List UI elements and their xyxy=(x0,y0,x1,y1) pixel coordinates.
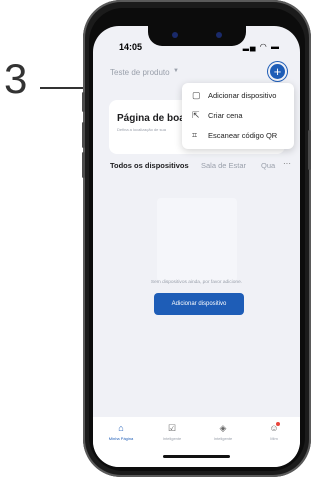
menu-item-scan-qr[interactable]: ⌗ Escanear código QR xyxy=(182,126,294,146)
scene-icon: ⇱ xyxy=(192,110,200,120)
sensor-icon xyxy=(215,32,222,38)
home-selector[interactable]: Teste de produto xyxy=(110,68,170,77)
nav-item-label: Inteligente xyxy=(162,436,182,441)
nav-item-label: Inteligente xyxy=(213,436,233,441)
welcome-title: Página de boas xyxy=(117,113,191,124)
camera-icon xyxy=(171,32,178,38)
menu-item-label: Escanear código QR xyxy=(208,131,278,140)
empty-state-illustration xyxy=(157,198,237,282)
app-screen: 14:05 ▂▄ ◠ ▬ Teste de produto ▼ + Página… xyxy=(93,26,300,467)
tab-living-room[interactable]: Sala de Estar xyxy=(201,161,246,170)
plus-icon[interactable]: + xyxy=(270,64,285,79)
bottom-nav: ⌂ Minha Página ☑ Inteligente ◈ Inteligen… xyxy=(93,417,300,467)
phone-side-button xyxy=(82,92,85,112)
smart-icon: ☑ xyxy=(167,423,177,433)
welcome-subtitle: Defina a localização de sua xyxy=(117,127,166,132)
system-status-icons: ▂▄ ◠ ▬ xyxy=(242,42,280,51)
phone-side-button xyxy=(82,152,85,178)
shield-icon: ◈ xyxy=(219,423,227,433)
nav-item-smart[interactable]: ☑ Inteligente xyxy=(146,423,198,441)
qr-scan-icon: ⌗ xyxy=(192,130,198,140)
phone-side-button xyxy=(308,130,311,170)
home-icon: ⌂ xyxy=(118,423,124,433)
device-icon: ▢ xyxy=(192,90,201,100)
tab-room-3[interactable]: Qua xyxy=(261,161,275,170)
menu-item-create-scene[interactable]: ⇱ Criar cena xyxy=(182,106,294,126)
tab-all-devices[interactable]: Todos os dispositivos xyxy=(110,161,189,170)
nav-item-home[interactable]: ⌂ Minha Página xyxy=(95,423,147,441)
menu-item-label: Criar cena xyxy=(208,111,243,120)
menu-item-label: Adicionar dispositivo xyxy=(208,91,277,100)
empty-state-text: Sem dispositivos ainda, por favor adicio… xyxy=(150,280,243,285)
status-time: 14:05 xyxy=(119,42,143,52)
chevron-down-icon[interactable]: ▼ xyxy=(173,68,179,74)
menu-item-add-device[interactable]: ▢ Adicionar dispositivo xyxy=(182,86,294,106)
notification-dot xyxy=(276,422,280,426)
nav-item-smart-2[interactable]: ◈ Inteligente xyxy=(197,423,249,441)
more-icon[interactable]: ··· xyxy=(283,159,291,168)
phone-notch xyxy=(147,26,246,46)
room-tabs: Todos os dispositivos Sala de Estar Qua … xyxy=(93,159,300,175)
add-menu: ▢ Adicionar dispositivo ⇱ Criar cena ⌗ E… xyxy=(182,83,294,149)
phone-side-button xyxy=(82,122,85,148)
nav-item-label: Minha Página xyxy=(108,436,134,441)
add-device-button[interactable]: Adicionar dispositivo xyxy=(154,293,244,315)
nav-item-me[interactable]: ☺ Mim xyxy=(248,423,300,441)
nav-item-label: Mim xyxy=(270,436,278,441)
callout-number: 3 xyxy=(4,55,28,102)
home-indicator xyxy=(163,455,230,458)
